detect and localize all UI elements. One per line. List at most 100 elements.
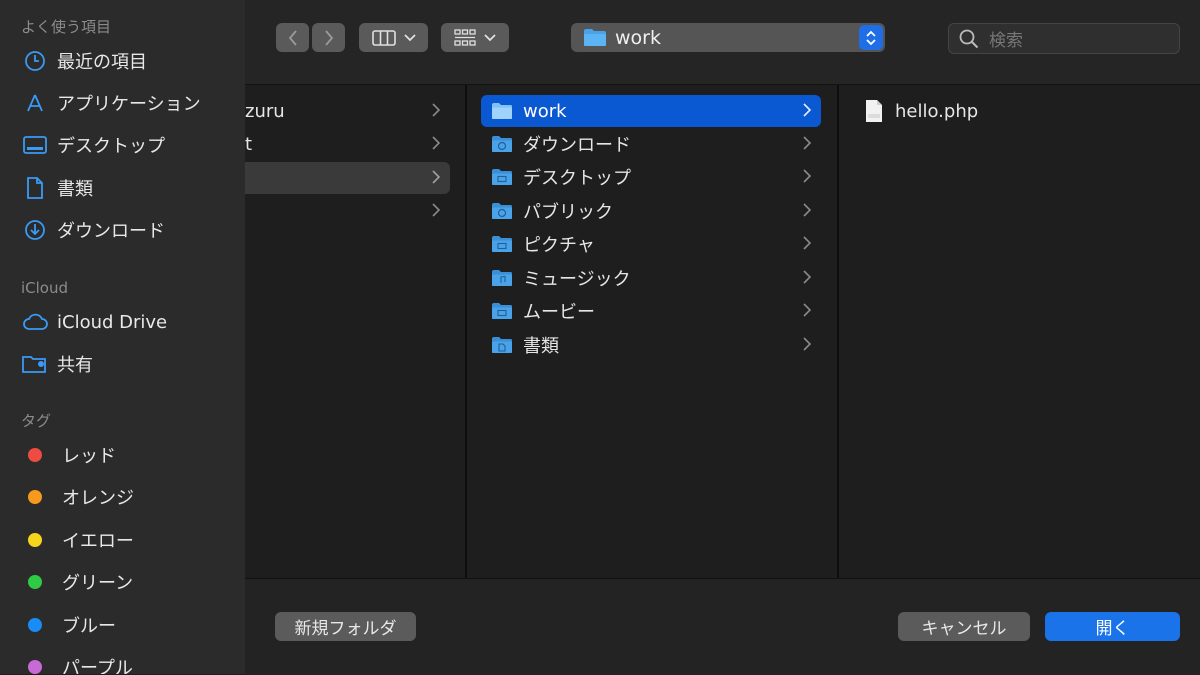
green-tag-dot — [28, 575, 42, 589]
chevron-right-icon — [432, 203, 440, 217]
up-down-chevron-icon — [866, 30, 876, 45]
sidebar-tag-orange[interactable]: オレンジ — [22, 482, 134, 512]
file-browser: work 検索 zuru t work ダウンロード デスクトップ パブリック … — [245, 0, 1200, 675]
chevron-right-icon — [803, 103, 811, 117]
downloads-folder-icon — [492, 136, 512, 152]
chevron-right-icon — [803, 303, 811, 317]
sidebar-item-label: パープル — [62, 658, 133, 674]
item-label: ピクチャ — [523, 235, 595, 256]
list-item-selected[interactable] — [245, 162, 450, 194]
column-work: hello.php — [839, 85, 1200, 578]
sidebar-item-label: ブルー — [62, 616, 116, 637]
location-label: work — [615, 26, 661, 49]
folder-row-desktop[interactable]: デスクトップ — [481, 161, 821, 193]
folder-row-public[interactable]: パブリック — [481, 195, 821, 227]
sidebar-tag-yellow[interactable]: イエロー — [22, 525, 134, 555]
download-icon — [22, 217, 48, 243]
item-label: ミュージック — [523, 269, 631, 290]
item-label: パブリック — [523, 202, 613, 223]
sidebar-item-applications[interactable]: アプリケーション — [22, 88, 201, 118]
tags-header: タグ — [21, 412, 52, 430]
sidebar-item-label: イエロー — [62, 531, 134, 552]
red-tag-dot — [28, 448, 42, 462]
folder-icon — [492, 103, 512, 119]
dialog-footer: 新規フォルダ キャンセル 開く — [245, 578, 1200, 675]
search-placeholder: 検索 — [989, 31, 1023, 51]
sidebar-item-label: オレンジ — [62, 488, 134, 509]
sidebar-item-label: デスクトップ — [57, 136, 165, 157]
folder-row-work[interactable]: work — [481, 95, 821, 127]
item-label: デスクトップ — [523, 168, 631, 189]
chevron-right-icon — [803, 169, 811, 183]
sidebar-tag-green[interactable]: グリーン — [22, 567, 133, 597]
music-folder-icon — [492, 270, 512, 286]
php-file-icon — [866, 100, 882, 122]
chevron-right-icon — [803, 236, 811, 250]
forward-button[interactable] — [312, 23, 345, 52]
sidebar-item-desktop[interactable]: デスクトップ — [22, 130, 165, 160]
sidebar-item-label: 共有 — [57, 355, 93, 376]
shared-folder-icon — [22, 351, 48, 377]
list-item[interactable] — [245, 195, 450, 227]
blue-tag-dot — [28, 618, 42, 632]
cancel-button[interactable]: キャンセル — [898, 612, 1030, 641]
item-label: ダウンロード — [523, 135, 631, 156]
columns-view-icon — [371, 29, 396, 46]
item-label: ムービー — [523, 302, 595, 323]
new-folder-button[interactable]: 新規フォルダ — [275, 612, 416, 641]
sidebar-item-downloads[interactable]: ダウンロード — [22, 215, 165, 245]
folder-row-pictures[interactable]: ピクチャ — [481, 228, 821, 260]
file-row-hello-php[interactable]: hello.php — [865, 95, 1185, 127]
chevron-down-icon — [403, 33, 416, 41]
cloud-icon — [22, 309, 48, 335]
search-icon — [959, 29, 979, 48]
chevron-left-icon — [288, 29, 297, 46]
sidebar-item-documents[interactable]: 書類 — [22, 173, 93, 203]
list-item[interactable]: t — [245, 128, 450, 160]
item-label: hello.php — [895, 100, 979, 122]
pictures-folder-icon — [492, 236, 512, 252]
group-button[interactable] — [441, 23, 509, 52]
popup-stepper — [859, 25, 883, 50]
favorites-header: よく使う項目 — [21, 18, 112, 36]
desktop-folder-icon — [492, 169, 512, 185]
back-button[interactable] — [276, 23, 309, 52]
sidebar-tag-blue[interactable]: ブルー — [22, 610, 116, 640]
chevron-down-icon — [484, 33, 496, 41]
sidebar: よく使う項目 最近の項目 アプリケーション デスクトップ 書類 ダウンロード i… — [0, 0, 246, 674]
folder-row-movies[interactable]: ムービー — [481, 295, 821, 327]
sidebar-item-shared[interactable]: 共有 — [22, 349, 93, 379]
yellow-tag-dot — [28, 533, 42, 547]
sidebar-tag-red[interactable]: レッド — [22, 440, 116, 470]
folder-row-documents[interactable]: 書類 — [481, 329, 821, 361]
sidebar-item-label: グリーン — [62, 573, 134, 594]
open-button[interactable]: 開く — [1045, 612, 1180, 641]
chevron-right-icon — [803, 136, 811, 150]
chevron-right-icon — [803, 203, 811, 217]
sidebar-item-icloud-drive[interactable]: iCloud Drive — [22, 307, 167, 337]
column-parent: zuru t — [245, 85, 467, 578]
applications-icon — [22, 90, 48, 116]
list-item[interactable]: zuru — [245, 95, 450, 127]
sidebar-item-label: レッド — [62, 446, 116, 467]
location-popup[interactable]: work — [571, 23, 885, 52]
sidebar-item-label: ダウンロード — [57, 221, 165, 242]
purple-tag-dot — [28, 660, 42, 674]
sidebar-item-label: アプリケーション — [57, 94, 201, 115]
document-icon — [22, 175, 48, 201]
folder-row-music[interactable]: ミュージック — [481, 262, 821, 294]
documents-folder-icon — [492, 337, 512, 353]
chevron-right-icon — [324, 29, 333, 46]
search-field[interactable]: 検索 — [948, 23, 1180, 54]
sidebar-tag-purple[interactable]: パープル — [22, 652, 133, 674]
sidebar-item-label: 最近の項目 — [57, 52, 147, 73]
chevron-right-icon — [432, 136, 440, 150]
sidebar-item-recents[interactable]: 最近の項目 — [22, 46, 147, 76]
item-label: 書類 — [523, 336, 559, 357]
view-mode-button[interactable] — [359, 23, 428, 52]
grid-icon — [454, 28, 476, 46]
chevron-right-icon — [432, 170, 440, 184]
folder-row-downloads[interactable]: ダウンロード — [481, 128, 821, 160]
chevron-right-icon — [803, 270, 811, 284]
chevron-right-icon — [432, 103, 440, 117]
